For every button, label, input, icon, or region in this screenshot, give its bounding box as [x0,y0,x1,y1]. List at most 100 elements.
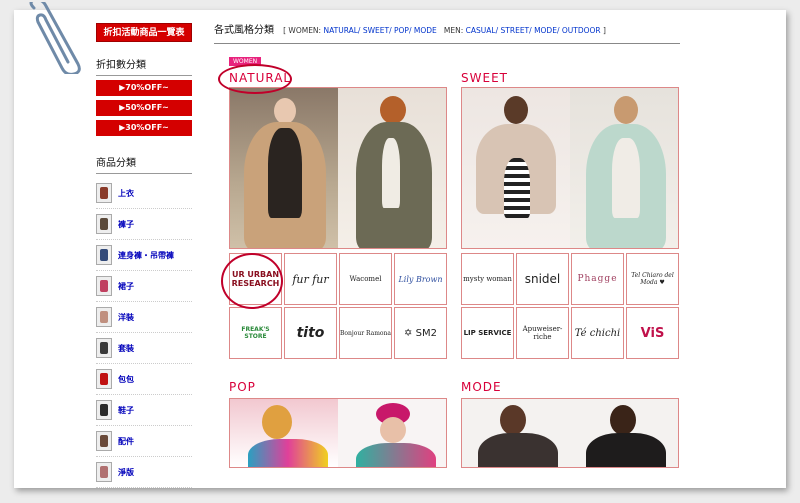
category-item[interactable]: 配件 [96,426,192,457]
category-item[interactable]: 淨版 [96,457,192,488]
category-label[interactable]: 洋裝 [118,312,134,323]
men-label: MEN: [443,26,464,35]
brand-logo[interactable]: ✡ SM2 [394,307,447,359]
category-label[interactable]: 裙子 [118,281,134,292]
brand-logo[interactable]: tito [284,307,337,359]
category-thumbnail [96,307,112,327]
brand-logo[interactable]: LIP SERVICE [461,307,514,359]
category-item[interactable]: 包包 [96,364,192,395]
brand-name: Apuweiser-riche [522,325,563,341]
pop-model-1 [230,399,338,467]
brand-name: Phagge [577,274,618,284]
category-item[interactable]: 鞋子 [96,395,192,426]
discount-30-button[interactable]: ▶30%OFF~ [96,120,192,136]
section-pop: POP [229,378,449,468]
category-thumbnail [96,338,112,358]
sidebar: 折扣活動商品一覽表 折扣數分類 ▶70%OFF~ ▶50%OFF~ ▶30%OF… [96,23,208,488]
style-links: [ WOMEN: NATURAL/ SWEET/ POP/ MODE MEN: … [283,26,606,35]
brand-logo[interactable]: Tel Chiaro del Moda ♥ [626,253,679,305]
brand-logo[interactable]: mysty woman [461,253,514,305]
brand-name: snidel [524,272,561,286]
brand-name: LIP SERVICE [463,329,512,337]
brand-name: mysty woman [463,275,512,283]
page-title: 各式風格分類 [214,25,274,36]
brand-name: Wacomel [349,275,382,283]
brand-name: FREAK'S STORE [241,326,270,340]
brand-name: ✡ SM2 [404,327,437,339]
mode-title: MODE [461,380,502,394]
category-label[interactable]: 包包 [118,374,134,385]
natural-model-1 [230,88,338,248]
sweet-hero-image[interactable] [461,87,679,249]
discount-50-button[interactable]: ▶50%OFF~ [96,100,192,116]
brand-logo[interactable]: Té chichi [571,307,624,359]
mode-model-1 [462,399,570,467]
category-item[interactable]: 上衣 [96,178,192,209]
category-label[interactable]: 褲子 [118,219,134,230]
brand-logo[interactable]: ViS [626,307,679,359]
pop-hero-image[interactable] [229,398,447,468]
link-sweet[interactable]: SWEET/ [363,26,392,35]
category-item[interactable]: 連身褲・吊帶褲 [96,240,192,271]
category-thumbnail [96,400,112,420]
sweet-title: SWEET [461,71,508,85]
sweet-brand-grid: mysty woman snidel Phagge Tel Chiaro del Mo… [461,253,681,359]
category-label[interactable]: 淨版 [118,467,134,478]
bracket-close: ] [603,26,606,35]
sale-items-button[interactable]: 折扣活動商品一覽表 [96,23,192,42]
category-thumbnail [96,183,112,203]
category-label[interactable]: 上衣 [118,188,134,199]
category-item[interactable]: 套裝 [96,333,192,364]
brand-name: tito [296,325,325,341]
category-label[interactable]: 連身褲・吊帶褲 [118,250,174,261]
discount-70-button[interactable]: ▶70%OFF~ [96,80,192,96]
section-mode: MODE [461,378,681,468]
link-pop[interactable]: POP/ [394,26,411,35]
discount-heading: 折扣數分類 [96,56,192,76]
brand-logo[interactable]: Apuweiser-riche [516,307,569,359]
style-category-header: 各式風格分類 [ WOMEN: NATURAL/ SWEET/ POP/ MOD… [214,18,680,44]
category-label[interactable]: 配件 [118,436,134,447]
category-label[interactable]: 鞋子 [118,405,134,416]
brand-logo[interactable]: fur fur [284,253,337,305]
mode-hero-image[interactable] [461,398,679,468]
brand-logo[interactable]: Phagge [571,253,624,305]
brand-name: Bonjour Ramona [340,329,391,337]
natural-model-2 [338,88,446,248]
link-outdoor[interactable]: OUTDOOR [562,26,601,35]
link-street[interactable]: STREET/ [501,26,532,35]
link-mode-women[interactable]: MODE [414,26,437,35]
brand-name: Lily Brown [398,274,443,284]
brand-name: ViS [640,325,665,341]
category-thumbnail [96,245,112,265]
sweet-model-1 [462,88,570,248]
brand-logo[interactable]: Bonjour Ramona [339,307,392,359]
category-item[interactable]: 褲子 [96,209,192,240]
brand-logo[interactable]: FREAK'S STORE [229,307,282,359]
pop-model-2 [338,399,446,467]
brand-name: fur fur [292,272,329,286]
mode-model-2 [570,399,678,467]
link-natural[interactable]: NATURAL/ [323,26,360,35]
category-thumbnail [96,462,112,482]
sweet-model-2 [570,88,678,248]
brand-logo[interactable]: Lily Brown [394,253,447,305]
category-item[interactable]: 洋裝 [96,302,192,333]
category-label[interactable]: 套裝 [118,343,134,354]
category-thumbnail [96,214,112,234]
paperclip-icon [29,2,81,74]
ur-highlight-circle [221,253,283,309]
category-heading: 商品分類 [96,154,192,174]
brand-name: Té chichi [574,327,621,339]
category-thumbnail [96,276,112,296]
brand-logo[interactable]: snidel [516,253,569,305]
category-thumbnail [96,431,112,451]
link-casual[interactable]: CASUAL/ [466,26,498,35]
link-mode-men[interactable]: MODE/ [534,26,559,35]
brand-name: Tel Chiaro del Moda ♥ [631,272,674,286]
category-item[interactable]: 裙子 [96,271,192,302]
category-list: 上衣褲子連身褲・吊帶褲 裙子洋裝套裝包包鞋子配件淨版 [96,178,208,488]
brand-logo[interactable]: Wacomel [339,253,392,305]
natural-hero-image[interactable] [229,87,447,249]
natural-highlight-circle [218,64,292,94]
